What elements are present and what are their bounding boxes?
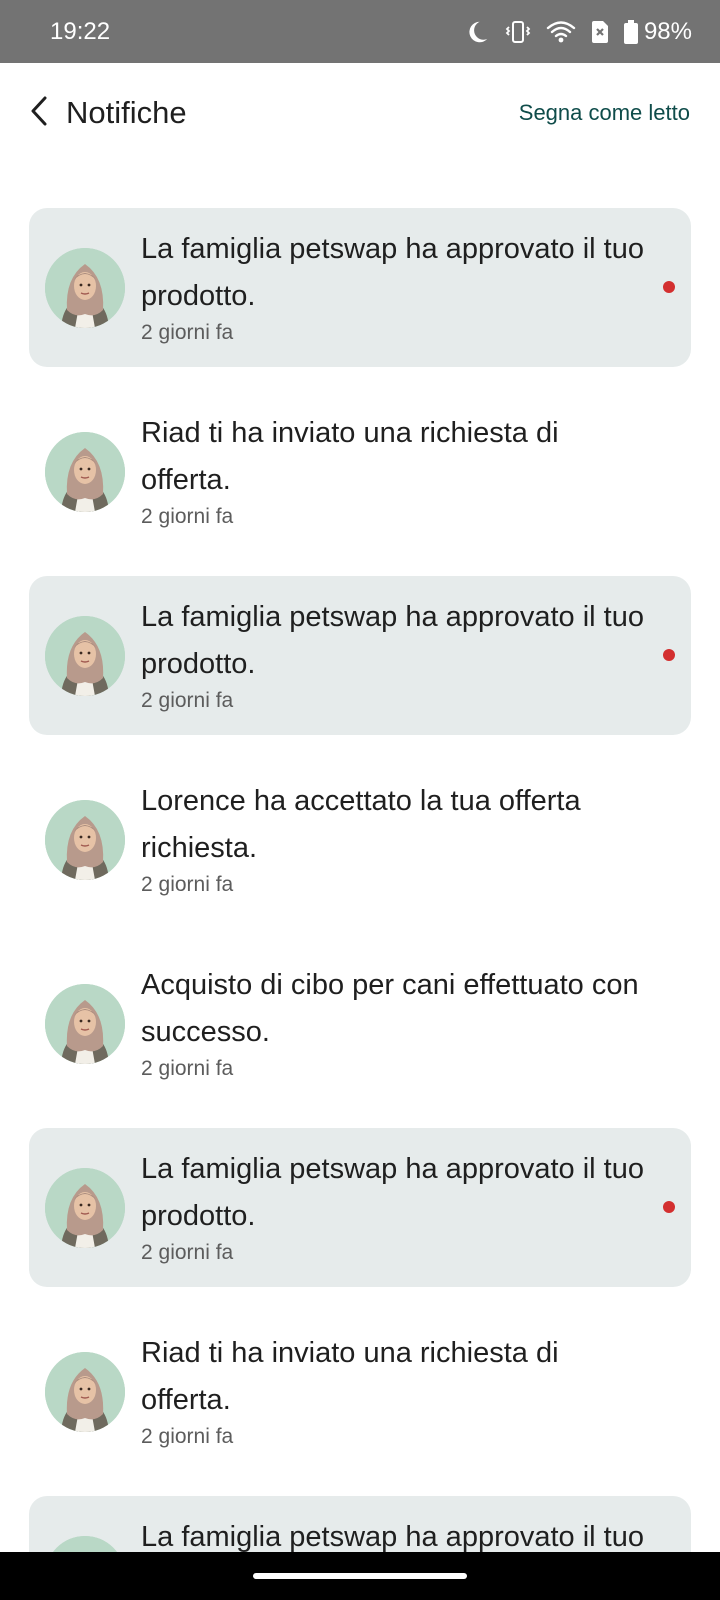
- notification-item[interactable]: La famiglia petswap ha approvato il tuo …: [29, 576, 691, 735]
- notification-texts: La famiglia petswap ha approvato il tuo …: [141, 226, 651, 345]
- home-indicator[interactable]: [253, 1573, 467, 1579]
- mark-as-read-button[interactable]: Segna come letto: [519, 100, 690, 126]
- no-sim-icon: [590, 19, 610, 45]
- avatar: [45, 432, 125, 512]
- vibrate-icon: [504, 19, 532, 45]
- notification-message: La famiglia petswap ha approvato il tuo …: [141, 233, 644, 312]
- notification-item[interactable]: La famiglia petswap ha approvato il tuo …: [29, 208, 691, 367]
- notification-message: Lorence ha accettato la tua offerta rich…: [141, 785, 581, 864]
- unread-dot: [663, 1201, 675, 1213]
- notification-message: La famiglia petswap ha approvato il tuo …: [141, 601, 644, 680]
- wifi-icon: [546, 20, 576, 44]
- app-header: Notifiche Segna come letto: [0, 63, 720, 163]
- notification-item[interactable]: Acquisto di cibo per cani effettuato con…: [29, 944, 691, 1103]
- notification-item[interactable]: Riad ti ha inviato una richiesta di offe…: [29, 392, 691, 551]
- notification-texts: Riad ti ha inviato una richiesta di offe…: [141, 410, 651, 529]
- status-icons: 98%: [464, 18, 692, 46]
- avatar: [45, 984, 125, 1064]
- avatar: [45, 1168, 125, 1248]
- moon-icon: [464, 19, 490, 45]
- avatar: [45, 616, 125, 696]
- notification-message: Riad ti ha inviato una richiesta di offe…: [141, 1337, 559, 1416]
- notification-time: 2 giorni fa: [141, 1241, 234, 1264]
- notification-message: Acquisto di cibo per cani effettuato con…: [141, 969, 639, 1048]
- battery-indicator: 98%: [623, 17, 692, 46]
- notification-message: Riad ti ha inviato una richiesta di offe…: [141, 417, 559, 496]
- unread-dot: [663, 649, 675, 661]
- status-bar: 19:22 98%: [0, 0, 720, 63]
- notification-texts: La famiglia petswap ha approvato il tuo …: [141, 1146, 651, 1265]
- notification-texts: Acquisto di cibo per cani effettuato con…: [141, 962, 651, 1081]
- notification-time: 2 giorni fa: [141, 873, 234, 896]
- battery-percent: 98%: [643, 17, 692, 45]
- notification-item[interactable]: La famiglia petswap ha approvato il tuo …: [29, 1128, 691, 1287]
- notification-list: La famiglia petswap ha approvato il tuo …: [29, 208, 691, 1600]
- notification-item[interactable]: Riad ti ha inviato una richiesta di offe…: [29, 1312, 691, 1471]
- unread-dot: [663, 281, 675, 293]
- notification-time: 2 giorni fa: [141, 321, 234, 344]
- battery-icon: [623, 19, 638, 44]
- navigation-bar: [0, 1552, 720, 1600]
- notification-time: 2 giorni fa: [141, 505, 234, 528]
- header-left: Notifiche: [26, 93, 187, 133]
- notification-time: 2 giorni fa: [141, 1425, 234, 1448]
- notification-time: 2 giorni fa: [141, 689, 234, 712]
- notification-texts: Riad ti ha inviato una richiesta di offe…: [141, 1330, 651, 1449]
- notification-message: La famiglia petswap ha approvato il tuo …: [141, 1153, 644, 1232]
- notification-time: 2 giorni fa: [141, 1057, 234, 1080]
- notification-texts: Lorence ha accettato la tua offerta rich…: [141, 778, 651, 897]
- avatar: [45, 248, 125, 328]
- avatar: [45, 1352, 125, 1432]
- status-time: 19:22: [50, 17, 111, 45]
- page-title: Notifiche: [66, 95, 187, 130]
- chevron-left-icon: [29, 95, 49, 132]
- avatar: [45, 800, 125, 880]
- notification-item[interactable]: Lorence ha accettato la tua offerta rich…: [29, 760, 691, 919]
- notification-texts: La famiglia petswap ha approvato il tuo …: [141, 594, 651, 713]
- back-button[interactable]: [26, 93, 52, 133]
